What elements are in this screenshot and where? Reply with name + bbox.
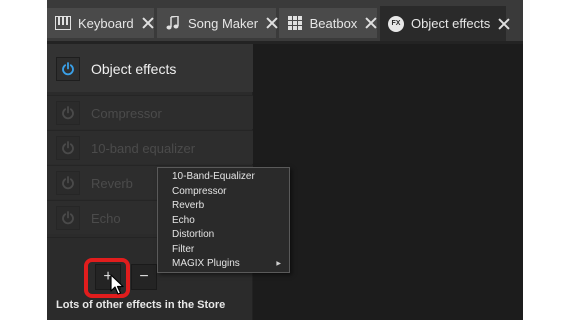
power-toggle-button[interactable] xyxy=(56,206,80,230)
store-hint-text: Lots of other effects in the Store xyxy=(56,299,226,311)
close-icon[interactable] xyxy=(498,18,506,30)
power-toggle-button[interactable] xyxy=(56,57,80,81)
tab-keyboard[interactable]: Keyboard xyxy=(47,8,154,38)
menu-item-filter[interactable]: Filter xyxy=(158,243,289,258)
power-toggle-button[interactable] xyxy=(56,101,80,125)
fx-icon-badge: FX xyxy=(388,15,404,32)
tab-beatbox[interactable]: Beatbox xyxy=(279,8,377,38)
menu-item-reverb[interactable]: Reverb xyxy=(158,199,289,214)
power-icon xyxy=(62,211,74,225)
menu-item-label: Compressor xyxy=(172,185,227,197)
submenu-arrow-icon: ▶ xyxy=(276,261,281,267)
music-note-icon xyxy=(165,16,181,30)
close-icon[interactable] xyxy=(266,17,276,29)
effect-label: 10-band equalizer xyxy=(91,141,196,156)
menu-item-echo[interactable]: Echo xyxy=(158,214,289,229)
grid-icon xyxy=(287,16,303,30)
power-icon xyxy=(62,106,74,120)
menu-item-10-band-equalizer[interactable]: 10-Band-Equalizer xyxy=(158,170,289,185)
tab-label: Song Maker xyxy=(188,15,259,31)
menu-item-label: Echo xyxy=(172,214,195,226)
panel-title: Object effects xyxy=(91,61,177,77)
tab-bar: Keyboard Song Maker Beatbox FX Object ef… xyxy=(47,0,523,44)
fx-icon: FX xyxy=(388,15,404,32)
tab-label: Beatbox xyxy=(309,15,358,31)
menu-item-label: Filter xyxy=(172,243,195,255)
power-toggle-button[interactable] xyxy=(56,171,80,195)
effect-label: Compressor xyxy=(91,106,162,121)
effect-label: Echo xyxy=(91,211,121,226)
power-icon xyxy=(62,62,74,76)
tab-object-effects[interactable]: FX Object effects xyxy=(380,6,506,41)
menu-item-label: Reverb xyxy=(172,200,205,211)
effect-row-compressor[interactable]: Compressor xyxy=(47,95,253,129)
power-toggle-button[interactable] xyxy=(56,136,80,160)
menu-item-label: MAGIX Plugins xyxy=(172,258,240,269)
close-icon[interactable] xyxy=(365,17,377,29)
effect-row-equalizer[interactable]: 10-band equalizer xyxy=(47,130,253,164)
tab-label: Keyboard xyxy=(78,15,134,31)
menu-item-label: 10-Band-Equalizer xyxy=(172,171,255,182)
close-icon[interactable] xyxy=(142,17,154,29)
panel-header: Object effects xyxy=(47,44,253,92)
menu-item-compressor[interactable]: Compressor xyxy=(158,185,289,200)
tab-label: Object effects xyxy=(411,16,491,31)
tab-song-maker[interactable]: Song Maker xyxy=(157,8,276,38)
menu-item-magix-plugins[interactable]: MAGIX Plugins ▶ xyxy=(158,257,289,272)
power-icon xyxy=(62,141,74,155)
keyboard-icon xyxy=(55,16,71,30)
menu-item-distortion[interactable]: Distortion xyxy=(158,228,289,243)
app-window: Keyboard Song Maker Beatbox FX Object ef… xyxy=(47,0,523,320)
add-effect-menu: 10-Band-Equalizer Compressor Reverb Echo… xyxy=(157,167,290,273)
remove-effect-button[interactable]: − xyxy=(131,264,157,290)
power-icon xyxy=(62,176,74,190)
menu-item-label: Distortion xyxy=(172,229,215,240)
mouse-cursor-icon xyxy=(110,274,124,295)
effect-label: Reverb xyxy=(91,176,133,191)
